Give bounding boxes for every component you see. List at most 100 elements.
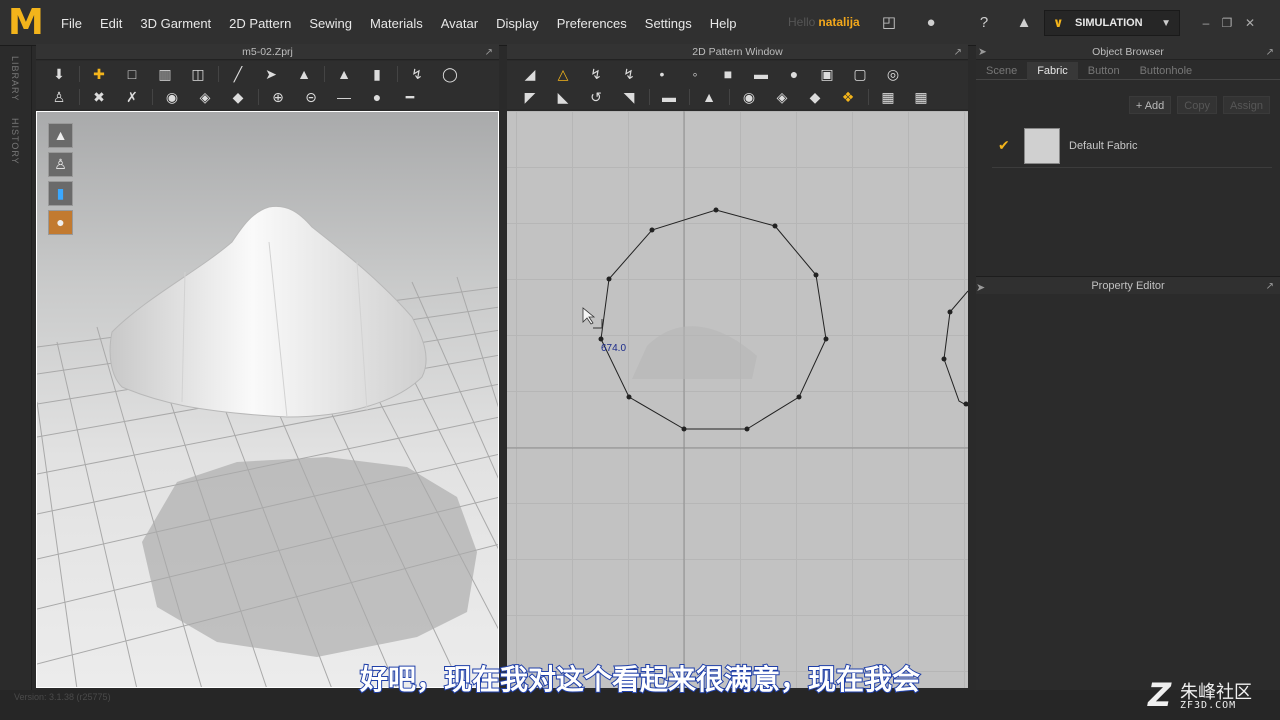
- show-avatar-icon[interactable]: ♙: [48, 152, 73, 177]
- rectangle-icon[interactable]: ▬: [748, 64, 774, 84]
- garment-icon[interactable]: ▲: [1015, 14, 1033, 32]
- pattern-point[interactable]: [947, 309, 953, 315]
- transform-pattern-icon[interactable]: ◢: [517, 64, 543, 84]
- needle-icon[interactable]: ✗: [119, 87, 145, 107]
- folder-icon[interactable]: ■: [715, 64, 741, 84]
- dropdown-arrow-icon[interactable]: ▼: [1161, 18, 1171, 29]
- circle-icon[interactable]: ●: [781, 64, 807, 84]
- fold-arrangement-icon[interactable]: ▬: [656, 87, 682, 107]
- pattern-point[interactable]: [606, 276, 612, 282]
- dart-icon[interactable]: ◤: [517, 87, 543, 107]
- maximize-icon[interactable]: ↗: [954, 45, 962, 61]
- avatar-pose-icon[interactable]: ♙: [46, 87, 72, 107]
- copy-button[interactable]: Copy: [1177, 96, 1217, 114]
- minimize-icon[interactable]: –: [1199, 16, 1213, 30]
- pattern-point[interactable]: [813, 272, 819, 278]
- strap-icon[interactable]: ↯: [404, 64, 430, 84]
- topstitch-icon[interactable]: ◈: [769, 87, 795, 107]
- menu-edit[interactable]: Edit: [91, 16, 131, 31]
- add-point-icon[interactable]: ↯: [616, 64, 642, 84]
- pattern-point[interactable]: [772, 223, 778, 229]
- 2d-pattern-viewport[interactable]: 674.0: [507, 111, 968, 688]
- select-mesh-icon[interactable]: □: [119, 64, 145, 84]
- assign-button[interactable]: Assign: [1222, 96, 1270, 114]
- edit-pattern-icon[interactable]: △: [550, 64, 576, 84]
- puckering-icon[interactable]: ◆: [802, 87, 828, 107]
- maximize-icon[interactable]: ↗: [1266, 278, 1274, 296]
- puckering-icon[interactable]: ◆: [225, 87, 251, 107]
- free-sewing-icon[interactable]: ↺: [583, 87, 609, 107]
- layer-icon[interactable]: ▮: [364, 64, 390, 84]
- fabric-list-item[interactable]: ✔ Default Fabric: [992, 126, 1272, 168]
- pattern-point[interactable]: [626, 394, 632, 400]
- measure-icon[interactable]: —: [331, 87, 357, 107]
- pattern-point[interactable]: [598, 336, 604, 342]
- internal-rectangle-icon[interactable]: ▢: [847, 64, 873, 84]
- arrange-icon[interactable]: ▲: [331, 64, 357, 84]
- help-icon[interactable]: ?: [975, 14, 993, 32]
- close-icon[interactable]: ✕: [1243, 16, 1257, 30]
- side-tab-history[interactable]: HISTORY: [10, 118, 20, 165]
- collapse-arrow-icon[interactable]: ➤: [978, 44, 987, 60]
- pattern-piece[interactable]: [600, 209, 827, 430]
- garment-mesh[interactable]: [109, 205, 427, 418]
- select-move-icon[interactable]: ⬇: [46, 64, 72, 84]
- menu-display[interactable]: Display: [487, 16, 548, 31]
- simulation-button[interactable]: ∨ SIMULATION ▼: [1044, 10, 1180, 36]
- maximize-icon[interactable]: ↗: [485, 45, 493, 61]
- tack-icon[interactable]: ➤: [258, 64, 284, 84]
- menu-file[interactable]: File: [52, 16, 91, 31]
- user-area[interactable]: Hello natalija: [788, 15, 860, 29]
- menu-settings[interactable]: Settings: [636, 16, 701, 31]
- adjacent-pattern-piece[interactable]: [943, 290, 968, 407]
- topstitch-icon[interactable]: ◈: [192, 87, 218, 107]
- add-point-icon[interactable]: ⊕: [265, 87, 291, 107]
- pattern-point[interactable]: [823, 336, 829, 342]
- pattern-point[interactable]: [713, 207, 719, 213]
- menu-preferences[interactable]: Preferences: [548, 16, 636, 31]
- user-icon[interactable]: ●: [922, 14, 940, 32]
- tab-fabric[interactable]: Fabric: [1027, 62, 1078, 80]
- hanger-icon[interactable]: ━: [397, 87, 423, 107]
- pattern-point[interactable]: [941, 356, 947, 362]
- button-tool-icon[interactable]: ◉: [736, 87, 762, 107]
- box-select-icon[interactable]: ▥: [152, 64, 178, 84]
- polygon-icon[interactable]: ◦: [682, 64, 708, 84]
- sewing-icon[interactable]: ✖: [86, 87, 112, 107]
- internal-polygon-icon[interactable]: ▣: [814, 64, 840, 84]
- lock-icon[interactable]: ●: [364, 87, 390, 107]
- pattern-point[interactable]: [681, 426, 687, 432]
- shirt-icon[interactable]: ▲: [696, 87, 722, 107]
- menu-materials[interactable]: Materials: [361, 16, 432, 31]
- internal-circle-icon[interactable]: ◎: [880, 64, 906, 84]
- pattern-point[interactable]: [963, 401, 969, 407]
- show-garment-icon[interactable]: ▲: [48, 123, 73, 148]
- pattern-point[interactable]: [744, 426, 750, 432]
- texture-icon[interactable]: ▦: [875, 87, 901, 107]
- fold-icon[interactable]: ◫: [185, 64, 211, 84]
- transform-pattern-icon[interactable]: ✚: [86, 64, 112, 84]
- pin-icon[interactable]: ╱: [225, 64, 251, 84]
- collapse-arrow-icon[interactable]: ➤: [976, 279, 985, 297]
- shirt-icon[interactable]: ▲: [291, 64, 317, 84]
- 3d-garment-viewport[interactable]: ▲ ♙ ▮ ●: [36, 111, 499, 688]
- restore-icon[interactable]: ❐: [1220, 16, 1234, 30]
- curve-point-icon[interactable]: •: [649, 64, 675, 84]
- pattern-point[interactable]: [796, 394, 802, 400]
- menu-2d-pattern[interactable]: 2D Pattern: [220, 16, 300, 31]
- edit-curve-icon[interactable]: ↯: [583, 64, 609, 84]
- segment-sewing-icon[interactable]: ◣: [550, 87, 576, 107]
- menu-sewing[interactable]: Sewing: [300, 16, 361, 31]
- fabric-swatch[interactable]: [1024, 128, 1060, 164]
- avatar-display-icon[interactable]: ●: [48, 210, 73, 235]
- render-mode-icon[interactable]: ▮: [48, 181, 73, 206]
- button-icon[interactable]: ◉: [159, 87, 185, 107]
- pattern-point[interactable]: [649, 227, 655, 233]
- menu-help[interactable]: Help: [701, 16, 746, 31]
- edit-sewing-icon[interactable]: ◥: [616, 87, 642, 107]
- trim-icon[interactable]: ❖: [835, 87, 861, 107]
- menu-avatar[interactable]: Avatar: [432, 16, 487, 31]
- tab-scene[interactable]: Scene: [976, 62, 1027, 80]
- tab-button[interactable]: Button: [1078, 62, 1130, 80]
- tab-buttonhole[interactable]: Buttonhole: [1130, 62, 1203, 80]
